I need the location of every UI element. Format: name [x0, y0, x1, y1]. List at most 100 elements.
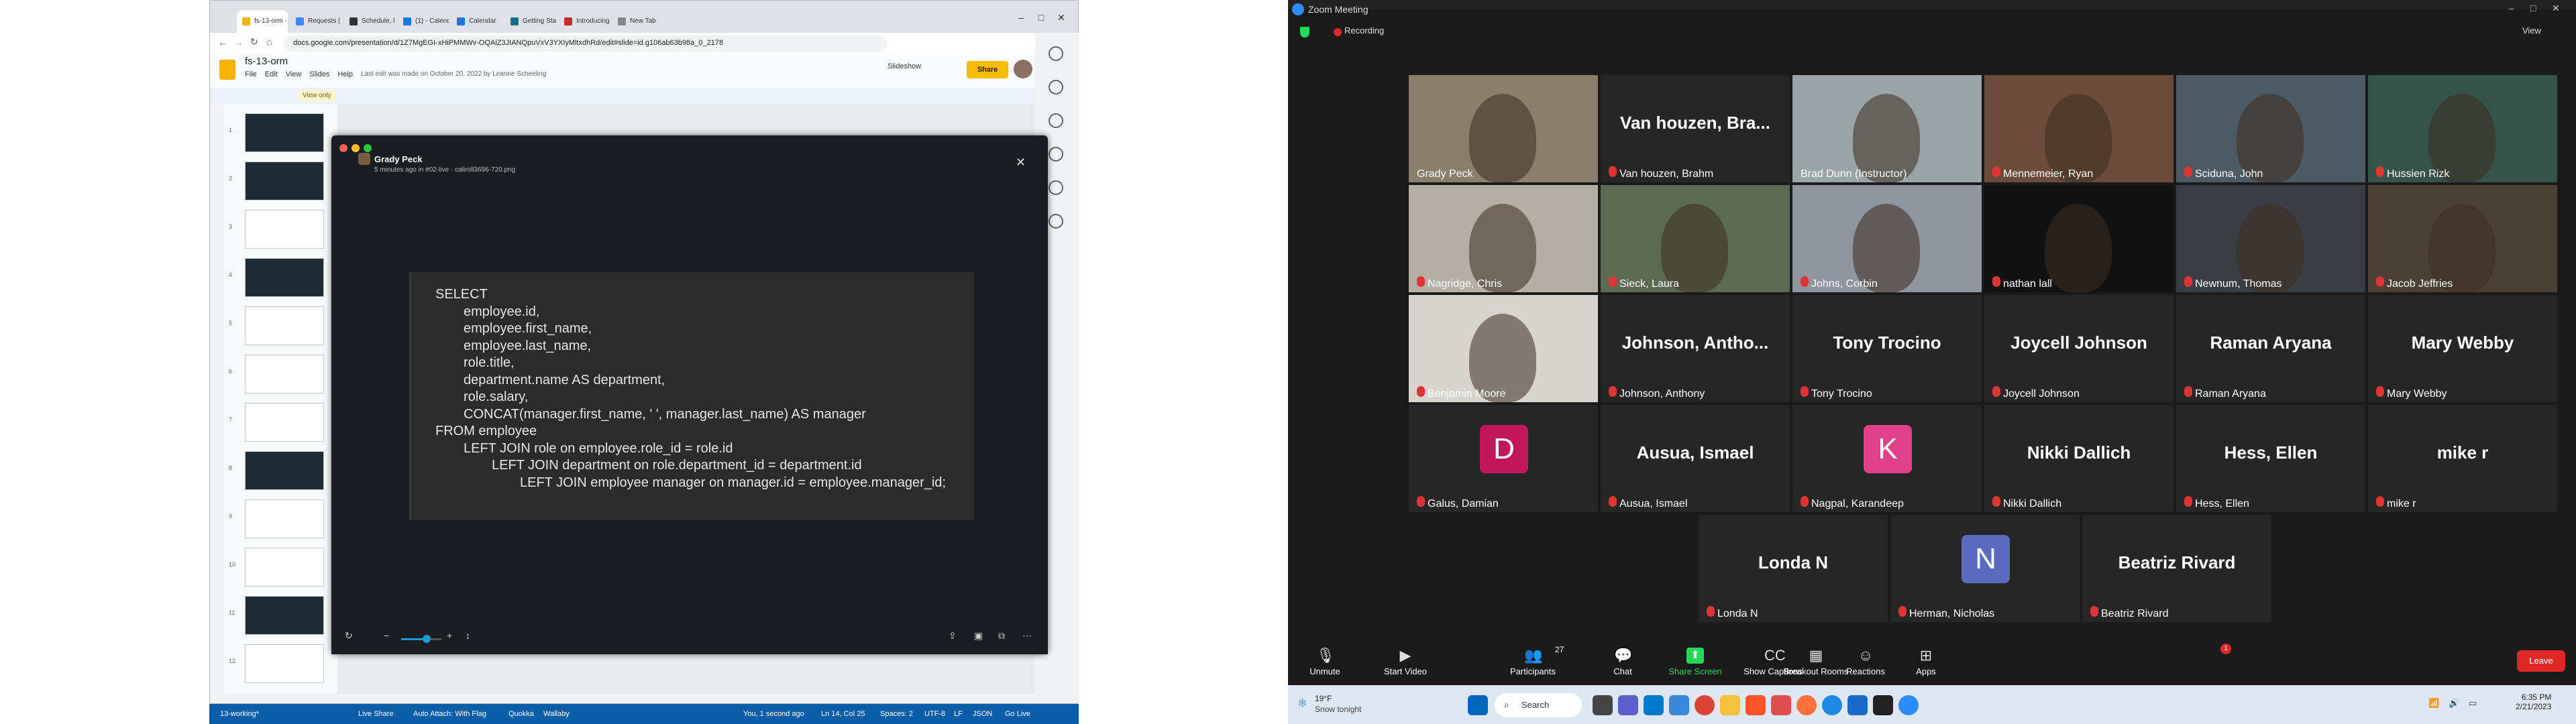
avatar[interactable]: [1014, 60, 1032, 78]
close-window-button[interactable]: ✕: [1053, 9, 1070, 26]
document-title[interactable]: fs-13-orm: [245, 56, 288, 67]
participant-tile[interactable]: N Herman, Nicholas: [1890, 515, 2080, 622]
sender-name[interactable]: Grady Peck: [374, 154, 423, 164]
view-only-badge[interactable]: View only: [297, 90, 337, 101]
edge-icon[interactable]: [1822, 695, 1842, 715]
participant-tile[interactable]: Mennemeier, Ryan: [1984, 75, 2174, 182]
participant-tile[interactable]: Beatriz Rivard Beatriz Rivard: [2082, 515, 2271, 622]
keep-icon[interactable]: [1049, 80, 1063, 95]
participant-tile[interactable]: mike r mike r: [2368, 405, 2557, 512]
participant-tile[interactable]: D Galus, Damian: [1409, 405, 1598, 512]
tab[interactable]: New Tab: [612, 10, 663, 33]
auto-attach[interactable]: Auto Attach: With Flag: [413, 710, 486, 718]
battery-icon[interactable]: ▭: [2469, 698, 2477, 709]
unmute-button[interactable]: 🎙 Unmute: [1288, 644, 1362, 685]
slide-thumbnail[interactable]: [245, 306, 324, 345]
home-icon[interactable]: ⌂: [266, 36, 272, 47]
slide-thumbnail[interactable]: [245, 355, 324, 394]
participant-tile[interactable]: Mary Webby Mary Webby: [2368, 295, 2557, 402]
participant-tile[interactable]: Nikki Dallich Nikki Dallich: [1984, 405, 2174, 512]
participant-tile[interactable]: Van houzen, Bra... Van houzen, Brahm: [1601, 75, 1790, 182]
menu-slides[interactable]: Slides: [309, 70, 329, 78]
git-branch[interactable]: 13-working*: [220, 710, 259, 718]
participant-tile[interactable]: Johns, Corbin: [1792, 185, 1982, 292]
participant-tile[interactable]: Grady Peck: [1409, 75, 1598, 182]
participant-tile[interactable]: K Nagpal, Karandeep: [1792, 405, 1982, 512]
cursor-position[interactable]: Ln 14, Col 25: [821, 710, 865, 718]
maps-icon[interactable]: [1049, 180, 1063, 195]
slide-thumbnail[interactable]: [245, 258, 324, 297]
weather-temp[interactable]: 19°F: [1315, 694, 1332, 703]
minimize-dot-icon[interactable]: [352, 144, 360, 152]
maximize-button[interactable]: □: [2530, 3, 2536, 13]
reload-icon[interactable]: ↻: [250, 36, 258, 48]
participant-tile[interactable]: Ausua, Ismael Ausua, Ismael: [1601, 405, 1790, 512]
encoding[interactable]: UTF-8: [924, 710, 945, 718]
minimize-button[interactable]: –: [1012, 9, 1030, 26]
app-icon[interactable]: [1847, 695, 1868, 715]
chat-button[interactable]: 💬 Chat: [1586, 644, 1660, 685]
tab[interactable]: Introducing the new...: [559, 10, 610, 33]
zoom-out-icon[interactable]: −: [384, 630, 389, 641]
menu-file[interactable]: File: [245, 70, 257, 78]
zoom-app-icon[interactable]: [1898, 695, 1919, 715]
clock[interactable]: 6:35 PM 2/21/2023: [2516, 692, 2551, 711]
participant-tile[interactable]: Tony Trocino Tony Trocino: [1792, 295, 1982, 402]
slide-thumbnail[interactable]: [245, 548, 324, 587]
close-window-button[interactable]: ✕: [2552, 3, 2560, 14]
tab[interactable]: fs-13-orm - Google Slides: [237, 10, 288, 33]
forward-icon[interactable]: →: [234, 37, 244, 48]
git-blame[interactable]: You, 1 second ago: [743, 710, 804, 718]
vscode-icon[interactable]: [1644, 695, 1664, 715]
menu-view[interactable]: View: [286, 70, 302, 78]
menu-help[interactable]: Help: [337, 70, 353, 78]
line-ending[interactable]: LF: [954, 710, 963, 718]
weather-forecast[interactable]: Snow tonight: [1315, 705, 1361, 714]
last-edit-link[interactable]: Last edit was made on October 20, 2022 b…: [361, 70, 546, 78]
addon-icon[interactable]: [1049, 214, 1063, 229]
slide-thumbnail[interactable]: [245, 403, 324, 442]
chrome-icon[interactable]: [1695, 695, 1715, 715]
slide-thumbnail[interactable]: [245, 644, 324, 683]
url-input[interactable]: docs.google.com/presentation/d/1Z7MgEGI-…: [284, 36, 888, 52]
participant-tile[interactable]: Sciduna, John: [2176, 75, 2365, 182]
minimize-button[interactable]: –: [2509, 3, 2514, 13]
participant-tile[interactable]: Brad Dunn (Instructor): [1792, 75, 1982, 182]
zoom-in-icon[interactable]: +: [447, 630, 452, 641]
brave-icon[interactable]: [1746, 695, 1766, 715]
view-button[interactable]: View: [2522, 25, 2541, 36]
start-video-button[interactable]: ▶ Start Video: [1368, 644, 1442, 685]
participant-tile[interactable]: Benjamin Moore: [1409, 295, 1598, 402]
close-dot-icon[interactable]: [339, 144, 347, 152]
tab[interactable]: (1) - Calendar - Inst...: [398, 10, 449, 33]
participant-tile[interactable]: Newnum, Thomas: [2176, 185, 2365, 292]
terminal-icon[interactable]: [1873, 695, 1893, 715]
participant-tile[interactable]: Raman Aryana Raman Aryana: [2176, 295, 2365, 402]
share-button[interactable]: Share: [967, 61, 1008, 78]
file-explorer-icon[interactable]: [1720, 695, 1740, 715]
live-share[interactable]: Live Share: [358, 710, 394, 718]
participant-tile[interactable]: Jacob Jeffries: [2368, 185, 2557, 292]
open-icon[interactable]: ▣: [974, 630, 983, 642]
recording-label[interactable]: Recording: [1344, 25, 1384, 36]
participant-tile[interactable]: Londa N Londa N: [1699, 515, 1888, 622]
go-live[interactable]: Go Live: [1005, 710, 1030, 718]
participant-tile[interactable]: nathan lall: [1984, 185, 2174, 292]
security-shield-icon[interactable]: [1300, 27, 1309, 38]
back-icon[interactable]: ←: [218, 37, 227, 48]
firefox-icon[interactable]: [1796, 695, 1817, 715]
participant-tile[interactable]: Joycell Johnson Joycell Johnson: [1984, 295, 2174, 402]
copy-icon[interactable]: ⧉: [998, 630, 1005, 642]
calendar-icon[interactable]: [1049, 46, 1063, 61]
slide-thumbnail[interactable]: [245, 499, 324, 538]
teams-icon[interactable]: [1618, 695, 1638, 715]
participant-tile[interactable]: Johnson, Antho... Johnson, Anthony: [1601, 295, 1790, 402]
task-view-icon[interactable]: [1593, 695, 1613, 715]
tab[interactable]: Calendar: [451, 10, 502, 33]
menu-edit[interactable]: Edit: [265, 70, 278, 78]
more-icon[interactable]: ⋯: [1022, 630, 1032, 642]
tab[interactable]: Schedule, live/02-...: [344, 10, 395, 33]
wallaby[interactable]: Wallaby: [543, 710, 570, 718]
participant-tile[interactable]: Hussien Rizk: [2368, 75, 2557, 182]
share-icon[interactable]: ⇪: [949, 630, 957, 642]
